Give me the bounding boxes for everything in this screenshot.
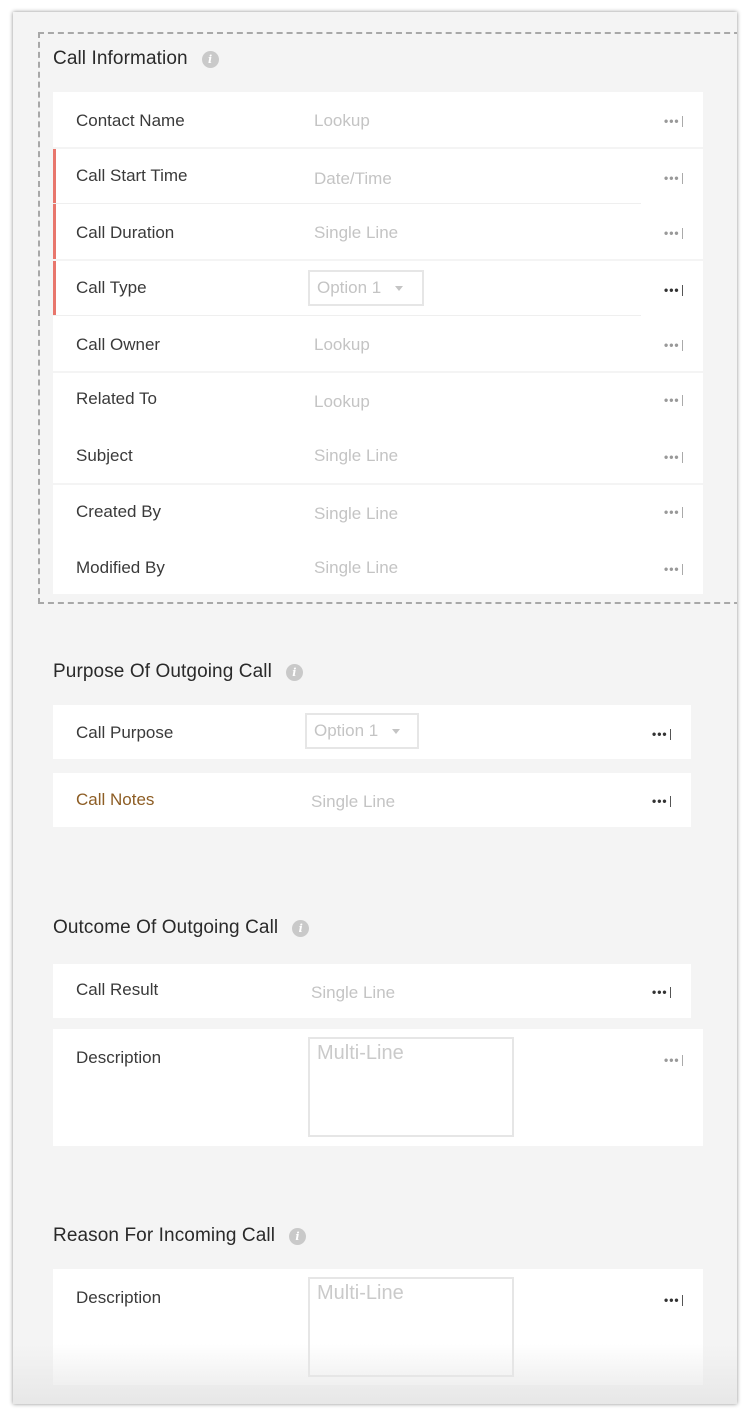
field-label: Related To (76, 389, 157, 408)
more-options-icon[interactable]: ••• (664, 226, 690, 240)
section-title-outcome-outgoing[interactable]: Outcome Of Outgoing Call i (53, 917, 310, 939)
more-options-icon[interactable]: ••• (664, 338, 690, 352)
section-title-text: Outcome Of Outgoing Call (53, 917, 279, 938)
field-type: Single Line (314, 223, 399, 242)
textarea-placeholder: Multi-Line (317, 1282, 404, 1304)
field-label: Call Owner (76, 335, 161, 354)
select-value: Option 1 (314, 721, 379, 740)
more-options-icon[interactable]: ••• (664, 1293, 690, 1307)
field-label: Description (76, 1048, 162, 1067)
chevron-down-icon (395, 285, 404, 291)
more-options-icon[interactable]: ••• (664, 283, 690, 297)
field-label: Created By (76, 502, 162, 521)
field-type: Single Line (311, 983, 396, 1002)
field-label: Contact Name (76, 111, 185, 130)
field-type: Single Line (311, 792, 396, 811)
field-label: Call Result (76, 980, 159, 999)
info-icon[interactable]: i (285, 663, 303, 681)
field-row-description[interactable]: Description Multi-Line ••• (53, 1029, 703, 1146)
section-title-call-information[interactable]: Call Information i (53, 48, 219, 70)
more-options-icon[interactable]: ••• (652, 985, 678, 999)
more-options-icon[interactable]: ••• (652, 727, 678, 741)
field-label: Call Type (76, 278, 147, 297)
field-row-call-purpose[interactable]: Call Purpose Option 1 ••• (53, 705, 691, 759)
info-icon[interactable]: i (289, 1227, 307, 1245)
field-label: Call Notes (76, 790, 155, 809)
section-title-purpose-outgoing[interactable]: Purpose Of Outgoing Call i (53, 661, 303, 683)
field-label: Call Start Time (76, 166, 188, 185)
field-row-modified-by[interactable]: Modified By Single Line ••• (53, 540, 703, 594)
more-options-icon[interactable]: ••• (652, 794, 678, 808)
chevron-down-icon (392, 728, 401, 734)
field-row-call-duration[interactable]: Call Duration Single Line ••• (53, 204, 703, 259)
more-options-icon[interactable]: ••• (664, 505, 690, 519)
more-options-icon[interactable]: ••• (664, 171, 690, 185)
field-row-call-owner[interactable]: Call Owner Lookup ••• (53, 316, 703, 371)
field-label: Subject (76, 446, 133, 465)
field-row-subject[interactable]: Subject Single Line ••• (53, 428, 703, 483)
field-row-call-notes[interactable]: Call Notes Single Line ••• (53, 773, 691, 827)
field-row-call-type[interactable]: Call Type Option 1 ••• (53, 261, 703, 316)
section-title-reason-incoming[interactable]: Reason For Incoming Call i (53, 1225, 307, 1247)
bottom-fade (13, 1344, 737, 1404)
field-row-call-start-time[interactable]: Call Start Time Date/Time ••• (53, 149, 703, 204)
layout-editor-canvas: Call Information i Contact Name Lookup •… (13, 12, 737, 1404)
more-options-icon[interactable]: ••• (664, 1053, 690, 1067)
more-options-icon[interactable]: ••• (664, 114, 690, 128)
info-icon[interactable]: i (292, 919, 310, 937)
textarea-placeholder: Multi-Line (317, 1042, 404, 1064)
field-type: Single Line (314, 504, 399, 523)
field-type: Date/Time (314, 169, 392, 188)
select-value: Option 1 (317, 278, 382, 297)
field-type: Lookup (314, 111, 370, 130)
more-options-icon[interactable]: ••• (664, 450, 690, 464)
field-type: Single Line (314, 446, 399, 465)
call-type-select[interactable]: Option 1 (308, 270, 424, 306)
field-type: Single Line (314, 558, 399, 577)
section-title-text: Purpose Of Outgoing Call (53, 661, 272, 682)
section-title-text: Reason For Incoming Call (53, 1225, 276, 1246)
field-label: Description (76, 1288, 162, 1307)
section-title-text: Call Information (53, 48, 188, 69)
info-icon[interactable]: i (201, 50, 219, 68)
field-row-created-by[interactable]: Created By Single Line ••• (53, 485, 703, 540)
more-options-icon[interactable]: ••• (664, 562, 690, 576)
field-label: Call Purpose (76, 723, 174, 742)
field-label: Modified By (76, 558, 165, 577)
description-textarea[interactable]: Multi-Line (308, 1037, 514, 1137)
more-options-icon[interactable]: ••• (664, 393, 690, 407)
call-purpose-select[interactable]: Option 1 (305, 713, 419, 749)
field-row-call-result[interactable]: Call Result Single Line ••• (53, 964, 691, 1018)
field-type: Lookup (314, 392, 370, 411)
field-type: Lookup (314, 335, 370, 354)
field-row-contact-name[interactable]: Contact Name Lookup ••• (53, 92, 703, 147)
field-row-related-to[interactable]: Related To Lookup ••• (53, 373, 703, 428)
field-label: Call Duration (76, 223, 175, 242)
